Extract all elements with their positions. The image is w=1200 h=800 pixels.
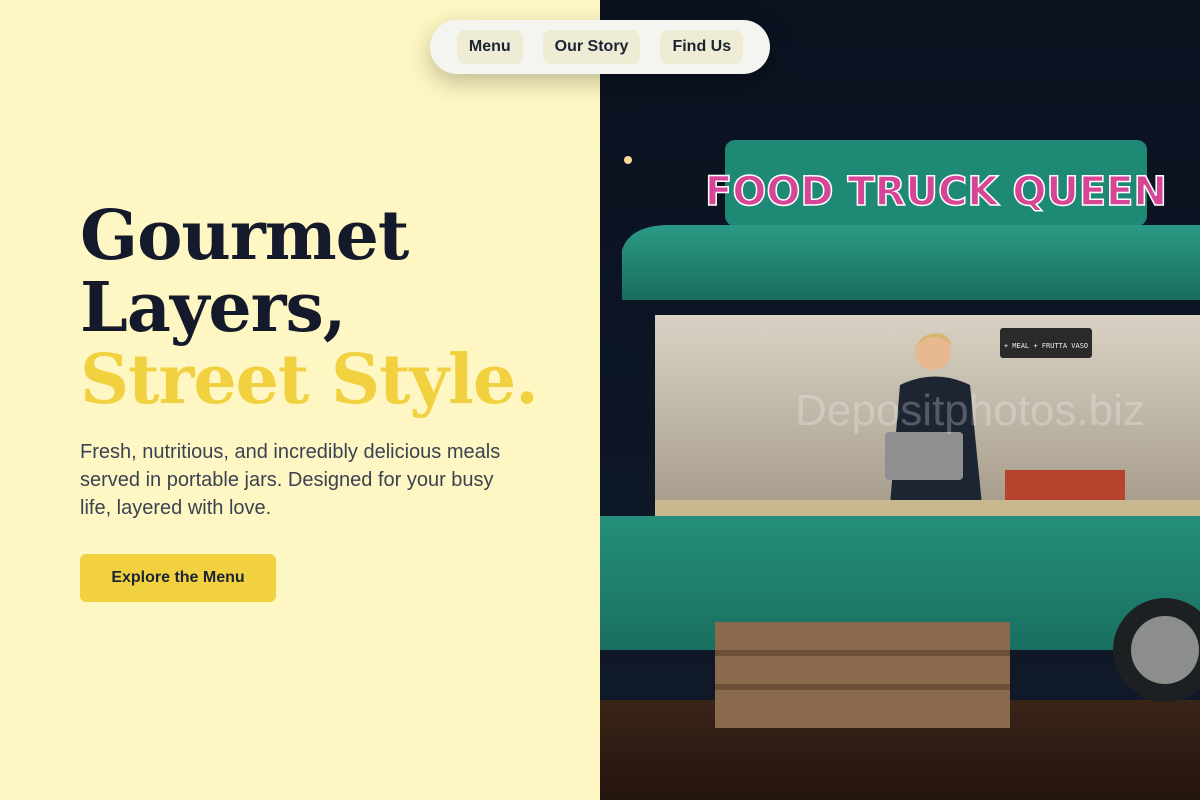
chalkboard-text: + MEAL + FRUTTA VASO bbox=[1004, 342, 1088, 350]
headline-line-2: Layers, bbox=[80, 268, 346, 348]
truck-roof bbox=[622, 225, 1200, 300]
nav-find-us[interactable]: Find Us bbox=[660, 30, 744, 64]
wooden-crate bbox=[715, 622, 1010, 728]
jar-row bbox=[1005, 470, 1125, 500]
hero-image-panel: FOOD TRUCK QUEEN + MEAL + FRUTTA VASO De… bbox=[600, 0, 1200, 800]
headline-accent: Street Style. bbox=[80, 340, 539, 420]
hero-subtext: Fresh, nutritious, and incredibly delici… bbox=[80, 441, 501, 519]
headline-line-1: Gourmet bbox=[80, 196, 409, 276]
hero-text-panel: Gourmet Layers, Street Style. Fresh, nut… bbox=[0, 0, 600, 800]
sign-text: FOOD TRUCK QUEEN bbox=[705, 169, 1167, 215]
counter bbox=[655, 500, 1200, 516]
hero-headline: Gourmet Layers, Street Style. bbox=[80, 196, 539, 420]
waffle-machine bbox=[885, 432, 963, 480]
food-truck-photo: FOOD TRUCK QUEEN + MEAL + FRUTTA VASO De… bbox=[600, 0, 1200, 800]
nav-our-story[interactable]: Our Story bbox=[542, 30, 641, 64]
street-light bbox=[624, 156, 632, 164]
explore-menu-button[interactable]: Explore the Menu bbox=[80, 554, 276, 602]
wheel-hub bbox=[1131, 616, 1199, 684]
crate-slat-1 bbox=[715, 650, 1010, 656]
watermark-text: Depositphotos.biz bbox=[795, 386, 1145, 435]
nav-menu[interactable]: Menu bbox=[456, 30, 523, 64]
crate-slat-2 bbox=[715, 684, 1010, 690]
top-navigation: Menu Our Story Find Us bbox=[430, 20, 770, 74]
